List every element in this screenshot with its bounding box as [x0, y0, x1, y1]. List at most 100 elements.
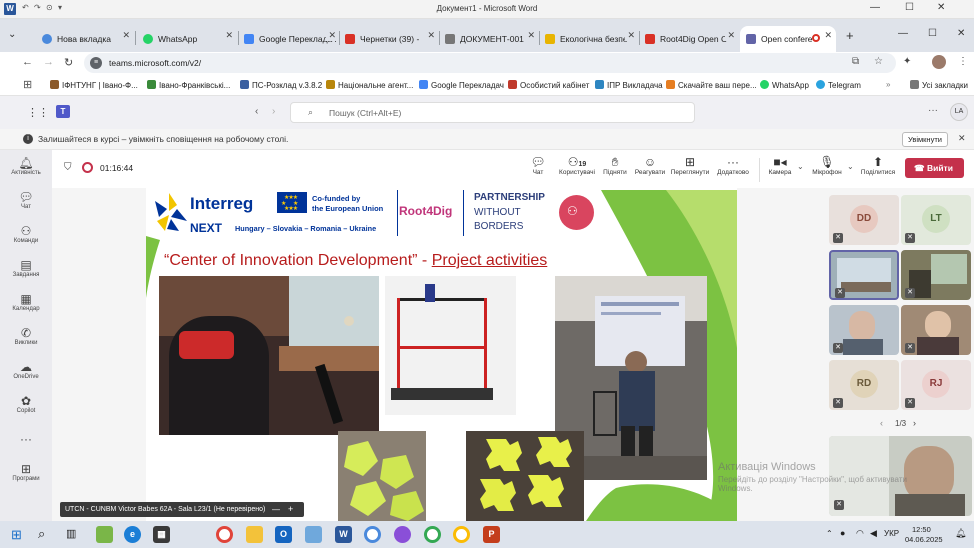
rail-apps[interactable]: ⊞ Програми — [0, 462, 52, 482]
enable-notifications-button[interactable]: Увімкнути — [902, 132, 948, 147]
tab-drafts[interactable]: Чернетки (39) - ✕ — [341, 26, 439, 52]
word-icon[interactable]: W — [335, 526, 352, 543]
tab-google-translate[interactable]: Google Перекладач ✕ — [240, 26, 340, 52]
bookmark-item[interactable]: Скачайте ваш пере... — [666, 80, 757, 90]
all-bookmarks[interactable]: Усі закладки — [910, 80, 968, 90]
outlook-icon[interactable]: O — [275, 526, 292, 543]
clock-time[interactable]: 12:50 — [912, 525, 931, 534]
bookmark-item[interactable]: Особистий кабінет — [508, 80, 589, 90]
participant-tile[interactable]: ✕ — [829, 305, 899, 355]
word-maximize-icon[interactable]: ☐ — [905, 2, 914, 13]
chrome-profile-icon[interactable] — [424, 526, 441, 543]
chrome-profile-icon[interactable] — [364, 526, 381, 543]
rail-more[interactable]: ··· — [0, 432, 52, 446]
bookmark-item[interactable]: ІПР Викладача — [595, 80, 663, 90]
participant-tile[interactable]: ✕ — [901, 305, 971, 355]
rail-calendar[interactable]: ▦ Календар — [0, 292, 52, 312]
tab-close-icon[interactable]: ✕ — [326, 30, 336, 41]
clock-date[interactable]: 04.06.2025 — [905, 535, 943, 544]
tab-ecology[interactable]: Екологічна безпе ✕ — [541, 26, 639, 52]
bookmark-item[interactable]: ІФНТУНГ | Івано-Ф... — [50, 80, 138, 90]
browser-minimize-icon[interactable]: — — [898, 28, 908, 39]
menu-icon[interactable]: ⋮ — [958, 56, 968, 67]
mic-options-chevron-icon[interactable]: ⌄ — [847, 162, 854, 171]
bookmark-item[interactable]: WhatsApp — [760, 80, 809, 90]
view-button[interactable]: ⊞ Переглянути — [668, 155, 712, 176]
participant-tile[interactable]: LT ✕ — [901, 195, 971, 245]
notifications-icon[interactable]: 🔔︎ — [955, 528, 966, 539]
extensions-icon[interactable]: ✦ — [903, 56, 911, 67]
tab-document[interactable]: ДОКУМЕНТ-001 ✕ — [441, 26, 539, 52]
rail-assignments[interactable]: ▤ Завдання — [0, 258, 52, 278]
volume-icon[interactable]: ◀︎ — [870, 528, 877, 539]
pager-next-icon[interactable]: › — [913, 418, 916, 428]
file-explorer-icon[interactable] — [246, 526, 263, 543]
task-view-icon[interactable]: ▥ — [66, 527, 76, 540]
participant-tile[interactable]: RD ✕ — [829, 360, 899, 410]
install-app-icon[interactable]: ⧉ — [852, 56, 859, 67]
microphone-button[interactable]: 🎙︎ Мікрофон — [809, 155, 845, 176]
bookmark-item[interactable]: ПС-Розклад v.3.8.2 — [240, 80, 322, 90]
tab-close-icon[interactable]: ✕ — [122, 30, 130, 41]
nav-forward-icon[interactable]: › — [272, 106, 275, 117]
minimize-icon[interactable]: — — [272, 502, 280, 517]
tab-new-tab[interactable]: Нова вкладка ✕ — [34, 26, 134, 52]
more-actions-button[interactable]: ··· Додатково — [713, 155, 753, 176]
profile-avatar[interactable] — [932, 55, 946, 69]
star-icon[interactable]: ☆ — [874, 56, 883, 67]
tab-open-conference[interactable]: Open confere ✕ — [740, 26, 836, 52]
apps-grid-icon[interactable]: ⊞ — [23, 78, 32, 91]
keyboard-language[interactable]: УКР — [884, 529, 899, 538]
rail-activity[interactable]: 🔔︎ Активність — [0, 156, 52, 176]
browser-maximize-icon[interactable]: ☐ — [928, 28, 937, 39]
tray-app-icon[interactable]: ● — [840, 528, 845, 538]
widgets-icon[interactable] — [96, 526, 113, 543]
new-tab-button[interactable]: + — [846, 28, 854, 43]
bookmark-item[interactable]: Івано-Франківські... — [147, 80, 230, 90]
forward-icon[interactable]: → — [43, 56, 54, 68]
omnibox[interactable]: ≡ teams.microsoft.com/v2/ ⧉ ☆ — [84, 53, 896, 73]
tab-list-icon[interactable]: ⌄ — [8, 29, 16, 40]
react-button[interactable]: ☺ Реагувати — [632, 155, 668, 176]
pager-prev-icon[interactable]: ‹ — [880, 418, 883, 428]
chrome-icon[interactable] — [216, 526, 233, 543]
rail-chat[interactable]: 💬︎ Чат — [0, 190, 52, 210]
browser-close-icon[interactable]: ✕ — [957, 28, 965, 39]
tab-close-icon[interactable]: ✕ — [225, 30, 233, 41]
notification-close-icon[interactable]: ✕ — [958, 133, 966, 144]
search-icon[interactable]: ⌕ — [38, 526, 45, 542]
tab-close-icon[interactable]: ✕ — [425, 30, 435, 41]
photos-icon[interactable] — [305, 526, 322, 543]
participant-tile-active[interactable]: ✕ — [829, 250, 899, 300]
chat-button[interactable]: 💬︎ Чат — [528, 155, 548, 176]
word-minimize-icon[interactable]: — — [870, 2, 880, 13]
search-input[interactable]: ⌕ Пошук (Ctrl+Alt+E) — [290, 102, 695, 123]
participant-tile[interactable]: ✕ — [901, 250, 971, 300]
store-icon[interactable]: ▦ — [153, 526, 170, 543]
site-info-icon[interactable]: ≡ — [90, 57, 102, 69]
rail-onedrive[interactable]: ☁ OneDrive — [0, 360, 52, 380]
word-close-icon[interactable]: ✕ — [937, 2, 945, 13]
expand-icon[interactable]: + — [288, 502, 293, 517]
participant-tile[interactable]: RJ ✕ — [901, 360, 971, 410]
leave-button[interactable]: ☎︎ Вийти — [905, 158, 964, 178]
share-button[interactable]: ⬆︎ Поділитися — [858, 155, 898, 176]
more-options-icon[interactable]: ··· — [928, 105, 938, 116]
chrome-profile-icon[interactable] — [453, 526, 470, 543]
tab-close-icon[interactable]: ✕ — [525, 30, 535, 41]
powerpoint-icon[interactable]: P — [483, 526, 500, 543]
tab-root4dig[interactable]: Root4Dig Open C ✕ — [641, 26, 739, 52]
raise-hand-button[interactable]: ✋︎ Підняти — [600, 155, 630, 176]
participant-tile[interactable]: DD ✕ — [829, 195, 899, 245]
participants-button[interactable]: ⚇19 Користувачі — [557, 155, 597, 176]
bookmark-item[interactable]: Telegram — [816, 80, 861, 90]
tab-whatsapp[interactable]: WhatsApp ✕ — [137, 26, 237, 52]
edge-icon[interactable]: e — [124, 526, 141, 543]
bookmark-item[interactable]: Національне агент... — [326, 80, 413, 90]
user-avatar[interactable]: LA — [950, 103, 968, 121]
back-icon[interactable]: ← — [22, 56, 33, 68]
url-text[interactable]: teams.microsoft.com/v2/ — [109, 58, 201, 68]
tab-close-icon[interactable]: ✕ — [625, 30, 635, 41]
bookmarks-chevron-icon[interactable]: » — [886, 80, 890, 89]
rail-teams[interactable]: ⚇ Команди — [0, 224, 52, 244]
